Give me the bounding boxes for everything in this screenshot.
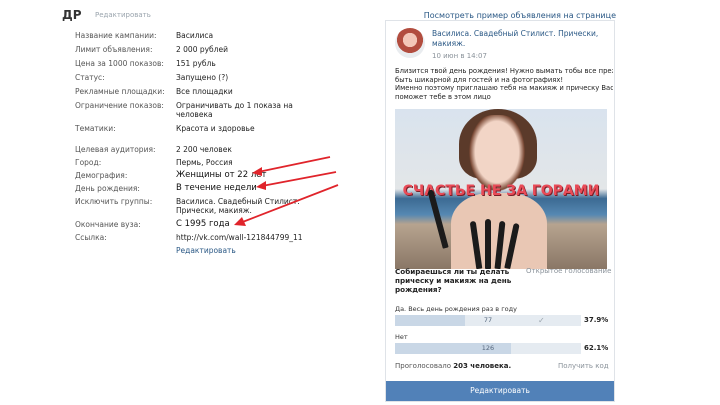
- param-label: Город:: [75, 158, 102, 167]
- get-code-link[interactable]: Получить код: [558, 362, 609, 370]
- banner-text: СЧАСТЬЕ НЕ ЗА ГОРАМИ: [402, 183, 600, 199]
- edit-params-link[interactable]: Редактировать: [176, 246, 306, 255]
- post-time: 10 июн в 14:07: [432, 52, 487, 60]
- poll-total-count: 203 человека.: [453, 362, 512, 370]
- param-value: Василиса. Свадебный Стилист. Прически, м…: [176, 197, 300, 215]
- param-value: В течение недели: [176, 183, 257, 193]
- poll-option-percent: 37.9%: [584, 316, 609, 324]
- poll: Собираешься ли ты делать прическу и маки…: [386, 261, 616, 371]
- campaign-title: ДР: [62, 8, 82, 22]
- poll-option-label: Нет: [395, 333, 408, 341]
- param-label: Цена за 1000 показов:: [75, 59, 164, 68]
- edit-ad-button[interactable]: Редактировать: [386, 381, 614, 401]
- param-label: День рождения:: [75, 184, 140, 193]
- param-value: 2 200 человек: [176, 145, 232, 154]
- param-value: С 1995 года: [176, 219, 230, 229]
- post-text-line: Близится твой день рождения! Нужно вымат…: [395, 67, 613, 75]
- param-value: Все площадки: [176, 87, 233, 96]
- param-value: Ограничивать до 1 показа на человека: [176, 101, 293, 119]
- preview-ad-link[interactable]: Посмотреть пример объявления на странице: [424, 11, 616, 20]
- post-text-line: Именно поэтому приглашаю тебя на макияж …: [395, 84, 613, 92]
- param-value: Красота и здоровье: [176, 124, 255, 133]
- param-label: Целевая аудитория:: [75, 145, 156, 154]
- post-author[interactable]: Василиса. Свадебный Стилист. Прически, м…: [432, 29, 612, 49]
- param-label: Ограничение показов:: [75, 101, 164, 110]
- edit-campaign-link[interactable]: Редактировать: [95, 11, 151, 19]
- param-value: Женщины от 22 лет: [176, 170, 267, 180]
- poll-total: Проголосовало 203 человека.: [395, 362, 511, 370]
- param-label: Рекламные площадки:: [75, 87, 165, 96]
- param-label: Статус:: [75, 73, 105, 82]
- author-avatar: [395, 28, 425, 58]
- ad-preview-card: Василиса. Свадебный Стилист. Прически, м…: [385, 20, 615, 402]
- poll-type: Открытое голосование: [526, 267, 612, 275]
- param-label: Тематики:: [75, 124, 116, 133]
- param-value: Пермь, Россия: [176, 158, 233, 167]
- param-label: Окончание вуза:: [75, 220, 141, 229]
- param-label: Исключить группы:: [75, 197, 153, 206]
- param-value: Василиса: [176, 31, 214, 40]
- param-value: Запущено (?): [176, 73, 229, 82]
- poll-total-prefix: Проголосовало: [395, 362, 452, 370]
- param-label: Демография:: [75, 171, 128, 180]
- poll-option-count: 126: [481, 344, 495, 352]
- post-text: Близится твой день рождения! Нужно вымат…: [395, 67, 613, 101]
- param-label: Ссылка:: [75, 233, 107, 242]
- poll-option-bar[interactable]: 126: [395, 343, 581, 354]
- ad-url: http://vk.com/wall-121844799_11: [176, 233, 303, 242]
- param-label: Название кампании:: [75, 31, 157, 40]
- param-value: 151 рубль: [176, 59, 216, 68]
- poll-option-percent: 62.1%: [584, 344, 609, 352]
- checkmark-icon: ✓: [538, 316, 545, 325]
- poll-option-count: 77: [483, 316, 493, 324]
- promo-image[interactable]: СЧАСТЬЕ НЕ ЗА ГОРАМИ: [395, 109, 607, 269]
- post-text-line: поможет тебе в этом лицо: [395, 92, 491, 101]
- poll-option-label: Да. Весь день рождения раз в году: [395, 305, 517, 313]
- param-value: 2 000 рублей: [176, 45, 228, 54]
- poll-question: Собираешься ли ты делать прическу и маки…: [395, 267, 512, 294]
- post-text-line: быть шикарной для гостей и на фотография…: [395, 75, 564, 84]
- param-label: Лимит объявления:: [75, 45, 153, 54]
- poll-option-bar[interactable]: 77: [395, 315, 581, 326]
